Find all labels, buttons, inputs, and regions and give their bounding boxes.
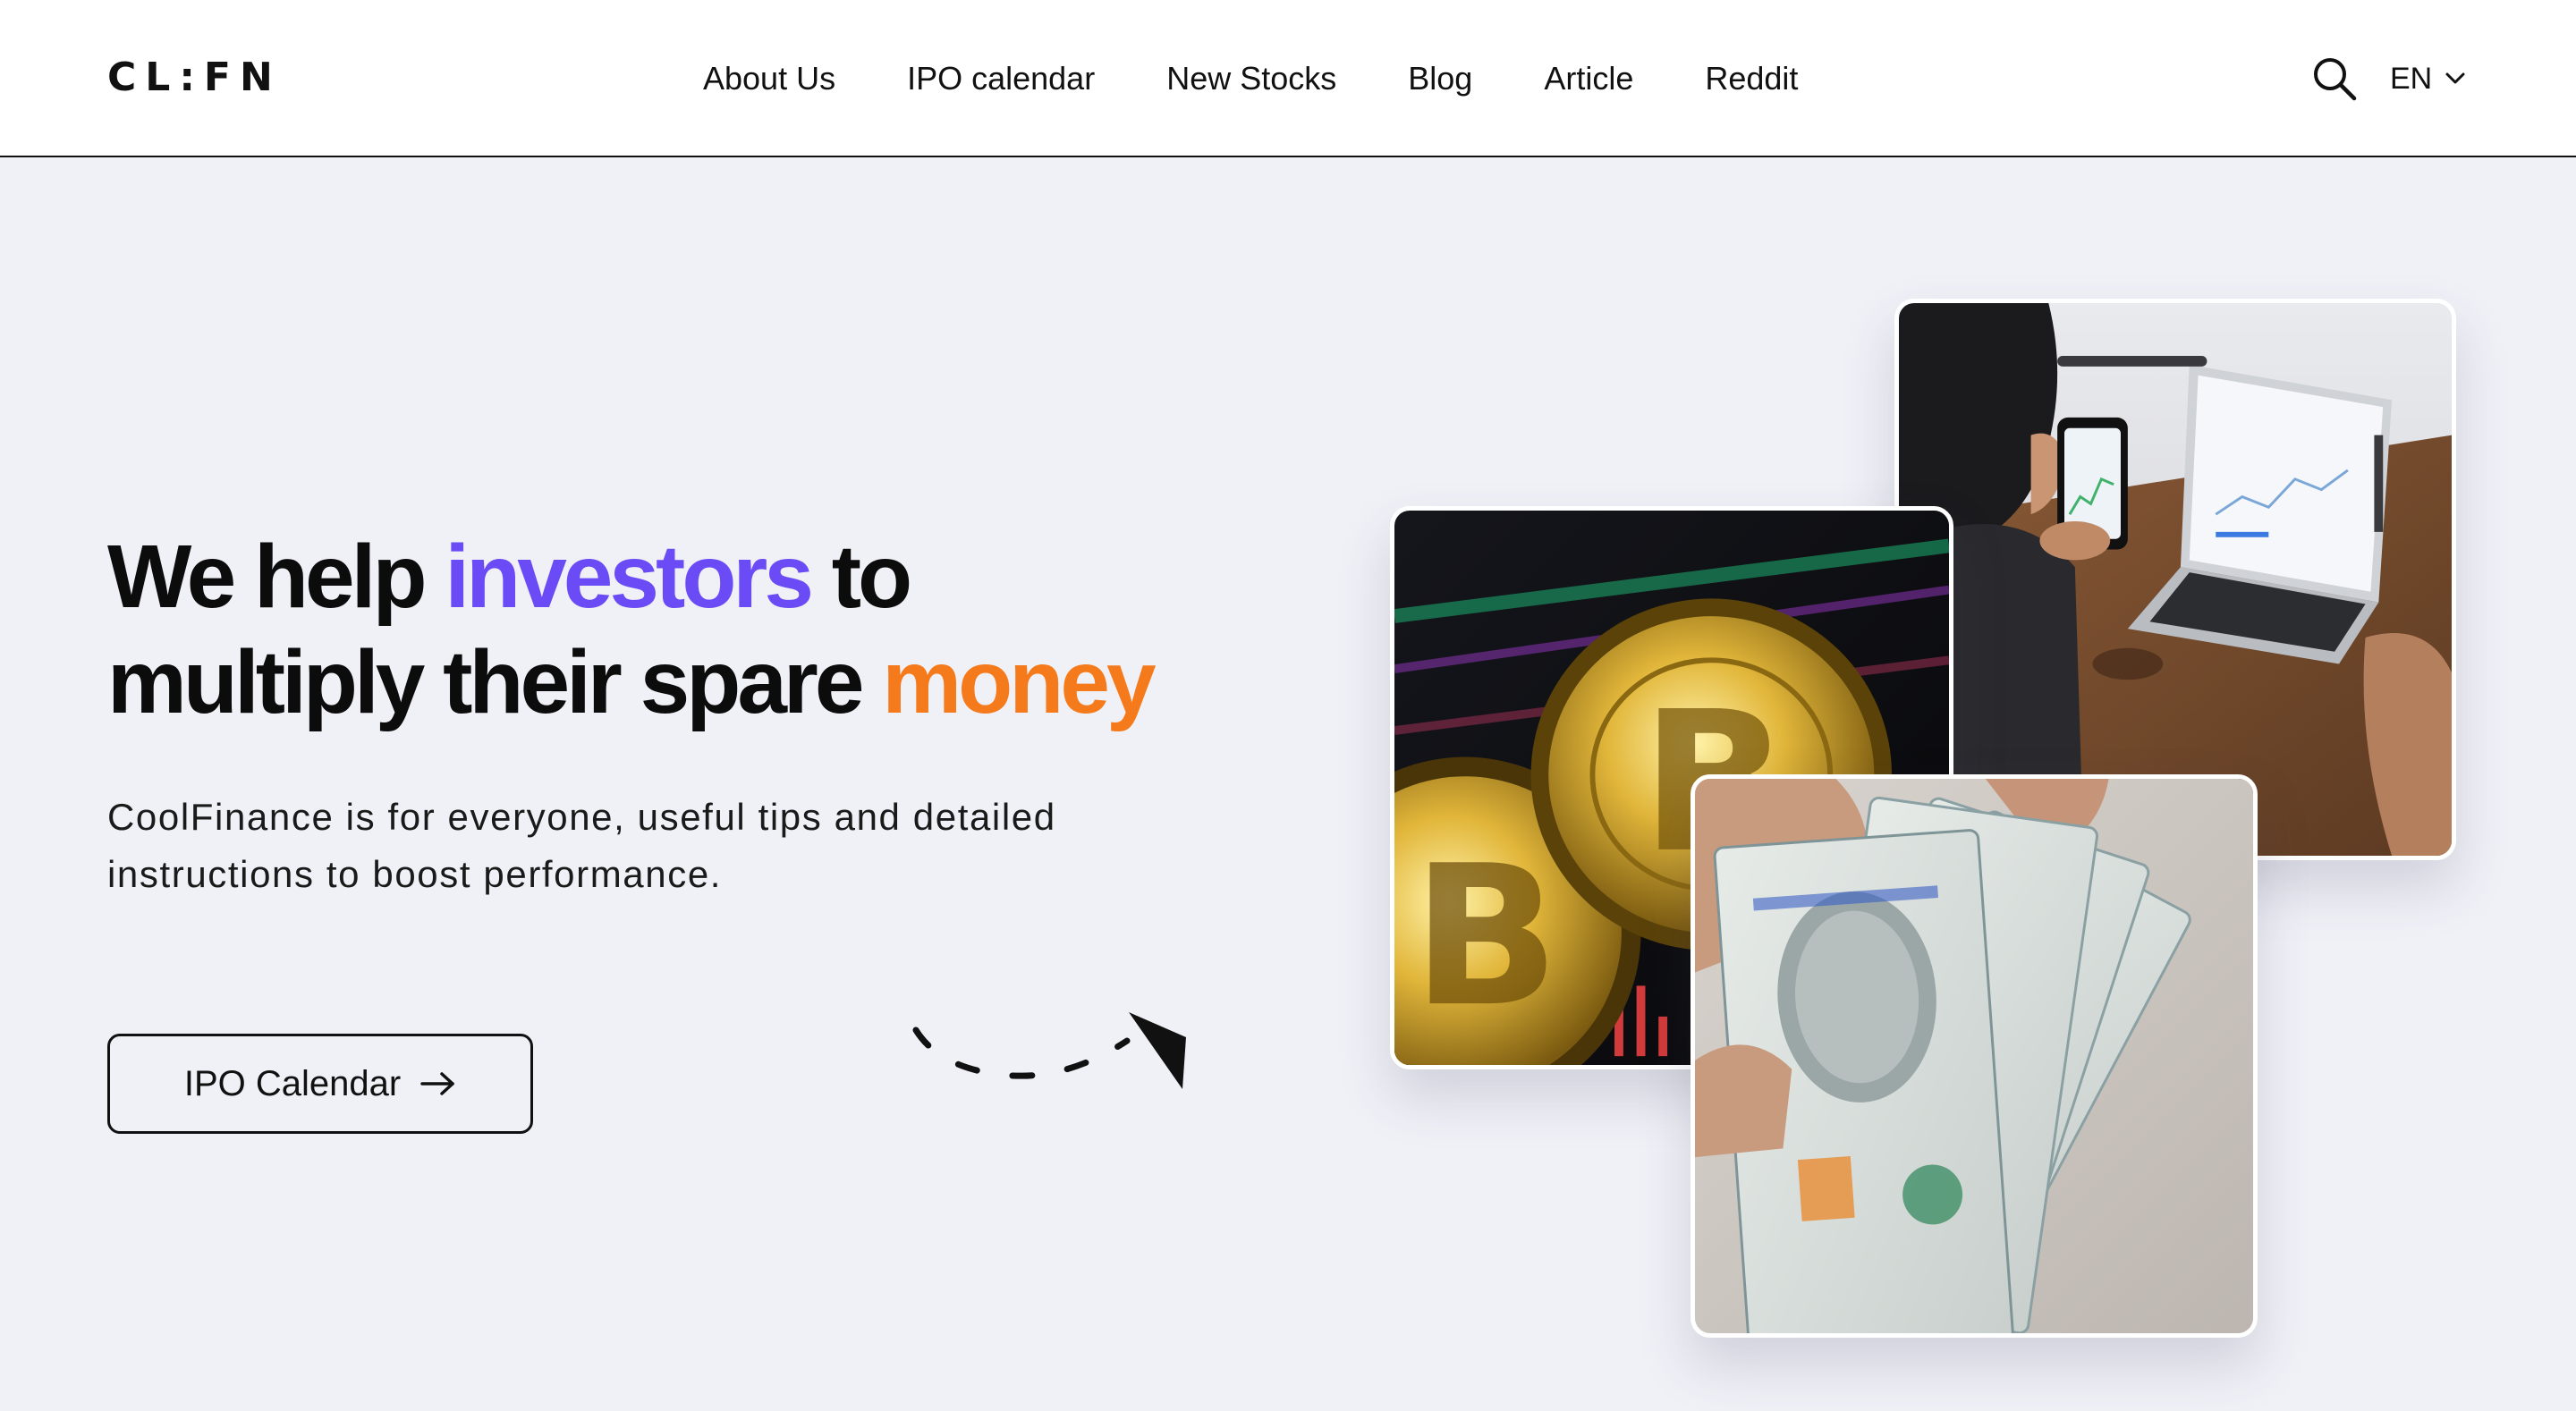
arrow-right-icon	[420, 1072, 454, 1095]
dashed-arrow-doodle	[912, 1012, 1186, 1089]
site-logo[interactable]: CL:FN	[107, 52, 282, 104]
search-button[interactable]	[2309, 54, 2360, 104]
language-selector[interactable]: EN	[2390, 52, 2466, 106]
search-icon	[2314, 58, 2357, 101]
svg-text:B: B	[1412, 824, 1560, 1050]
headline-text: multiply their spare	[107, 632, 883, 732]
language-label: EN	[2390, 61, 2433, 96]
nav-link-about-us[interactable]: About Us	[703, 60, 835, 97]
main-nav: About Us IPO calendar New Stocks Blog Ar…	[703, 52, 1798, 106]
ipo-calendar-button[interactable]: IPO Calendar	[107, 1034, 533, 1134]
nav-link-reddit[interactable]: Reddit	[1705, 60, 1798, 97]
nav-link-ipo-calendar[interactable]: IPO calendar	[907, 60, 1095, 97]
headline-text: to	[809, 527, 912, 627]
cta-label: IPO Calendar	[183, 1063, 402, 1103]
headline-highlight-investors: investors	[445, 527, 814, 627]
nav-link-blog[interactable]: Blog	[1408, 60, 1472, 97]
nav-link-article[interactable]: Article	[1544, 60, 1633, 97]
headline-text: We help	[107, 527, 445, 627]
hero-subtitle: CoolFinance is for everyone, useful tips…	[107, 796, 1056, 895]
dollar-bills-photo	[1690, 774, 2258, 1338]
nav-link-new-stocks[interactable]: New Stocks	[1166, 60, 1336, 97]
chevron-down-icon	[2445, 72, 2465, 84]
headline-highlight-money: money	[882, 632, 1156, 732]
site-header: CL:FN About Us IPO calendar New Stocks B…	[0, 0, 2576, 157]
hero-headline: We help investors to multiply their spar…	[107, 524, 1270, 735]
